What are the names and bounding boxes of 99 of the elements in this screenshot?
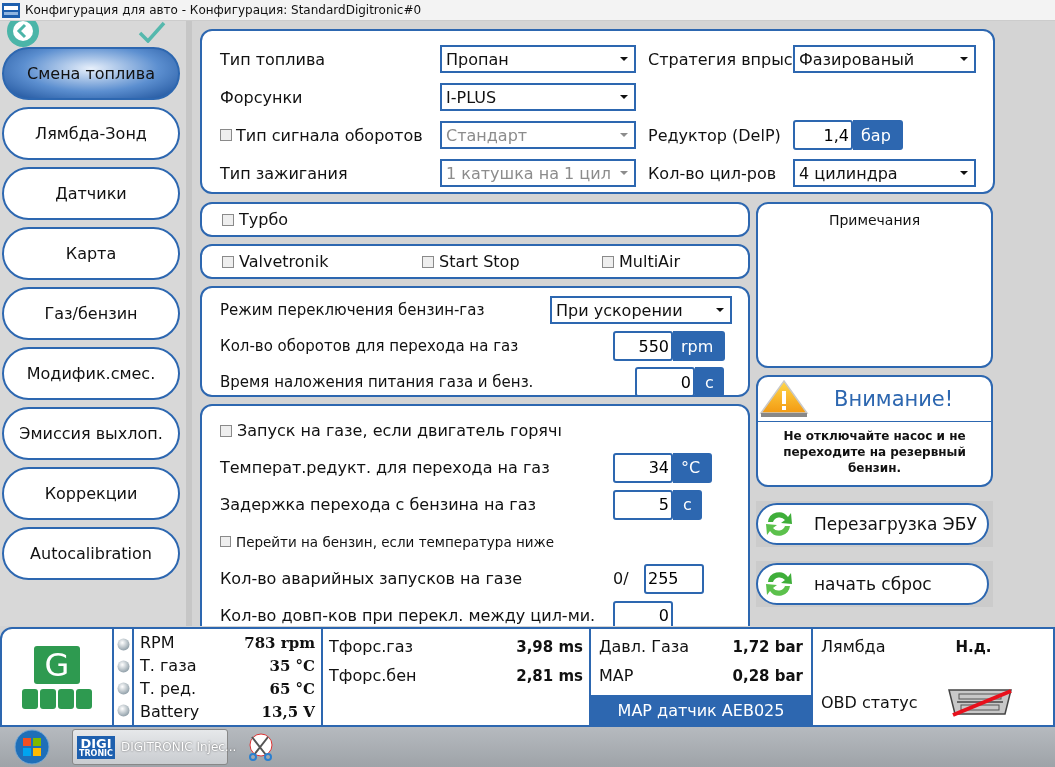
refresh-icon: [764, 509, 794, 539]
caret-icon: [620, 133, 628, 137]
field-label: Кол-во оборотов для перехода на газ: [220, 337, 520, 355]
sidebar-item[interactable]: Лямбда-Зонд: [2, 107, 180, 160]
caret-icon: [716, 308, 724, 312]
reading-value: 1,72 bar: [732, 637, 803, 656]
field-label: Тип сигнала оборотов: [236, 125, 423, 145]
warning-title: Внимание!: [834, 387, 954, 411]
reading-label: Тфорс.бен: [329, 666, 417, 685]
checkmark-icon[interactable]: [138, 21, 166, 43]
unit-label: rpm: [673, 331, 726, 361]
reading-label: Т. ред.: [140, 679, 197, 698]
field-label: Кол-во цил-ров: [648, 163, 777, 183]
dropdown[interactable]: 4 цилиндра: [793, 159, 976, 187]
map-sensor-label: MAP датчик AEB025: [591, 695, 811, 725]
checkbox-label: Перейти на бензин, если температура ниже: [236, 533, 555, 550]
field-label: Режим переключения бензин-газ: [220, 301, 486, 319]
reading-label: MAP: [599, 666, 634, 685]
number-field[interactable]: 0: [635, 367, 695, 397]
unit-label: °C: [673, 452, 713, 483]
reading-value: 3,98 ms: [516, 637, 583, 656]
reading-value: 13,5 V: [261, 702, 315, 721]
checkbox[interactable]: [222, 255, 234, 268]
field-label: Кол-во аварийных запусков на газе: [220, 569, 523, 588]
scissors-icon[interactable]: [246, 732, 276, 762]
checkbox[interactable]: [222, 213, 234, 226]
unit-label: с: [695, 367, 724, 397]
notes-title: Примечания: [828, 212, 921, 230]
cylinder-indicators-drawing: [21, 688, 93, 709]
checkbox-label: MultiAir: [619, 252, 681, 271]
field-label: Редуктор (DelP): [648, 125, 781, 145]
sidebar-item[interactable]: Смена топлива: [2, 47, 180, 100]
reading-label: Т. газа: [140, 656, 197, 675]
reading-value: 2,81 ms: [516, 666, 583, 685]
warning-text: Не отключайте насос и не переходите на резервный бензин.: [782, 428, 967, 476]
checkbox-label: Start Stop: [439, 252, 520, 271]
caret-icon: [960, 57, 968, 61]
dropdown[interactable]: I-PLUS: [440, 83, 636, 111]
field-label: Температ.редукт. для перехода на газ: [220, 458, 551, 477]
dropdown[interactable]: Фазированый: [793, 45, 976, 73]
sidebar-item[interactable]: Газ/бензин: [2, 287, 180, 340]
window-title: Конфигурация для авто - Конфигурация: StandardDigitronic#0: [25, 3, 422, 17]
reading-value: 783 rpm: [244, 633, 315, 652]
checkbox[interactable]: [220, 424, 232, 437]
checkbox[interactable]: [602, 255, 614, 268]
sidebar-item[interactable]: Датчики: [2, 167, 180, 220]
caret-icon: [620, 95, 628, 99]
sidebar-item[interactable]: Коррекции: [2, 467, 180, 520]
checkbox[interactable]: [422, 255, 434, 268]
reading-label: Тфорс.газ: [329, 637, 413, 656]
led-icon: [116, 637, 130, 651]
reading-value: 65 °C: [269, 679, 315, 698]
action-button[interactable]: Перезагрузка ЭБУ: [756, 503, 989, 545]
checkbox[interactable]: [220, 536, 231, 547]
checkbox-label: Запуск на газе, если двигатель горячı: [237, 421, 562, 440]
field-label: Тип топлива: [220, 49, 326, 69]
count-label: 0/: [613, 569, 630, 588]
reading-label: Лямбда: [821, 637, 886, 656]
number-field[interactable]: 1,4: [793, 120, 853, 150]
number-field[interactable]: 34: [613, 452, 673, 483]
reading-value: Н.д.: [955, 637, 992, 656]
field-label: Форсунки: [220, 87, 303, 107]
field-label: Задержка перехода с бензина на газ: [220, 495, 537, 514]
caret-icon: [960, 171, 968, 175]
dropdown[interactable]: Пропан: [440, 45, 636, 73]
field-label: Время наложения питания газа и бенз.: [220, 373, 535, 391]
reading-value: 0,28 bar: [732, 666, 803, 685]
reading-label: Давл. Газа: [599, 637, 689, 656]
reading-label: OBD статус: [821, 692, 918, 712]
reading-label: RPM: [140, 633, 175, 652]
number-field[interactable]: 5: [613, 489, 673, 520]
checkbox-label: Турбо: [239, 210, 289, 229]
reading-value: 35 °C: [269, 656, 315, 675]
dropdown[interactable]: При ускорении: [550, 296, 732, 324]
refresh-icon: [764, 569, 794, 599]
obd-connector-icon: [947, 687, 1014, 717]
number-field[interactable]: 550: [613, 331, 673, 361]
checkbox-label: Valvetronik: [239, 252, 329, 271]
app-logo: DIGI TRONIC: [77, 735, 115, 759]
led-icon: [116, 703, 130, 717]
unit-label: с: [673, 489, 702, 520]
number-field[interactable]: 0: [613, 600, 673, 626]
sidebar-item[interactable]: Autocalibration: [2, 527, 180, 580]
number-field[interactable]: 255: [644, 563, 704, 594]
reading-label: Battery: [140, 702, 200, 721]
led-icon: [116, 659, 130, 673]
back-icon[interactable]: [6, 21, 40, 47]
sidebar-item[interactable]: Эмиссия выхлоп.: [2, 407, 180, 460]
led-icon: [116, 681, 130, 695]
sidebar-item[interactable]: Карта: [2, 227, 180, 280]
field-label: Тип зажигания: [220, 163, 348, 183]
action-button[interactable]: начать сброс: [756, 563, 989, 605]
field-label: Кол-во довп-ков при перекл. между цил-ми.: [220, 606, 597, 625]
caret-icon: [620, 171, 628, 175]
field-label: Стратегия впрыс: [648, 49, 793, 69]
sidebar-item[interactable]: Модифик.смес.: [2, 347, 180, 400]
fuel-mode-indicator: G: [34, 645, 80, 684]
caret-icon: [620, 57, 628, 61]
unit-label: бар: [853, 120, 903, 150]
